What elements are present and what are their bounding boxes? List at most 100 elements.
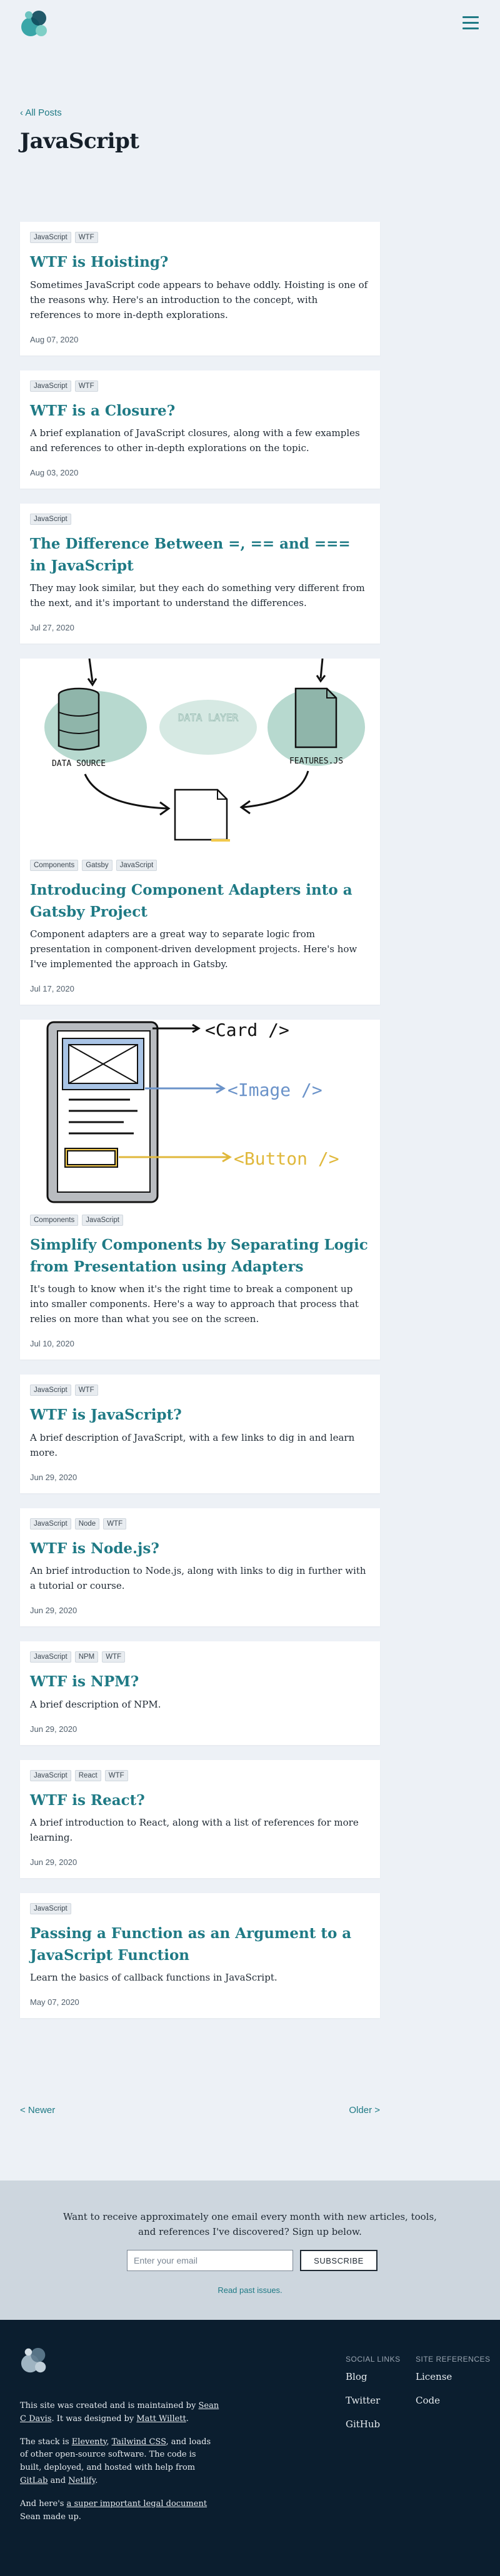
post-title-link[interactable]: Passing a Function as an Argument to a J… [30,1923,370,1966]
site-logo-icon[interactable] [20,7,51,40]
older-link[interactable]: Older > [349,2105,380,2116]
footer-logo-icon[interactable] [20,2345,50,2376]
post-title-link[interactable]: WTF is Hoisting? [30,252,370,274]
post-card[interactable]: JavaScript Passing a Function as an Argum… [20,1893,380,2018]
stack-text: and [48,2475,69,2485]
tag-list: Components JavaScript [30,1215,370,1226]
reference-link-license[interactable]: License [416,2371,491,2382]
gitlab-link[interactable]: GitLab [20,2476,48,2485]
tag-list: JavaScript [30,1903,370,1914]
post-date: Jul 17, 2020 [30,984,74,993]
reference-link-code[interactable]: Code [416,2395,491,2406]
post-date: Jun 29, 2020 [30,1857,78,1867]
tag-badge[interactable]: React [74,1769,101,1781]
post-illustration: <Card /> <Image /> <Button /> [30,1020,370,1207]
social-link-twitter[interactable]: Twitter [346,2395,401,2406]
chevron-left-icon: ‹ [20,107,23,118]
tag-badge[interactable]: NPM [74,1651,99,1663]
post-title-link[interactable]: Simplify Components by Separating Logic … [30,1235,370,1278]
site-references: SITE REFERENCES License Code [416,2355,491,2419]
tag-list: Components Gatsby JavaScript [30,860,370,871]
legal-link[interactable]: a super important legal document [67,2499,207,2509]
newer-link[interactable]: < Newer [20,2105,55,2116]
illustration-label: <Button /> [234,1148,339,1169]
tag-list: JavaScript Node WTF [30,1518,370,1529]
newsletter-section: Want to receive approximately one email … [0,2181,500,2320]
tag-badge[interactable]: JavaScript [30,380,71,392]
post-title-link[interactable]: WTF is JavaScript? [30,1405,370,1426]
newsletter-form: SUBSCRIBE [127,2250,378,2271]
tag-badge[interactable]: WTF [74,232,98,243]
past-issues-link[interactable]: Read past issues. [0,2285,500,2295]
tag-badge[interactable]: JavaScript [30,232,71,243]
eleventy-link[interactable]: Eleventy [72,2437,107,2447]
post-card[interactable]: JavaScript Node WTF WTF is Node.js? An brief… [20,1508,380,1626]
post-title-link[interactable]: WTF is React? [30,1790,370,1812]
tag-badge[interactable]: JavaScript [30,1518,71,1529]
post-illustration: DATA SOURCE DATA LAYER FEATURES.JS [30,659,370,852]
tag-badge[interactable]: JavaScript [82,1215,123,1226]
post-card[interactable]: JavaScript WTF WTF is Hoisting? Sometimes J… [20,222,380,356]
stack-text: The stack is [20,2437,72,2447]
tag-badge[interactable]: Components [30,1215,79,1226]
tag-badge[interactable]: JavaScript [116,860,158,871]
designer-link[interactable]: Matt Willett [136,2414,186,2424]
post-date: Jul 27, 2020 [30,623,74,632]
social-link-github[interactable]: GitHub [346,2419,401,2430]
tag-badge[interactable]: Node [74,1518,100,1529]
tag-badge[interactable]: JavaScript [30,1903,71,1914]
tag-badge[interactable]: WTF [103,1518,127,1529]
stack-text: . [95,2475,98,2485]
post-description: They may look similar, but they each do … [30,582,365,609]
post-card[interactable]: JavaScript WTF WTF is a Closure? A brief ex… [20,370,380,489]
post-card[interactable]: JavaScript WTF WTF is JavaScript? A brief d… [20,1375,380,1493]
post-card[interactable]: JavaScript The Difference Between =, == a… [20,504,380,644]
tag-list: JavaScript WTF [30,232,370,243]
tag-badge[interactable]: JavaScript [30,1769,71,1781]
illustration-label: <Image /> [228,1080,322,1100]
post-card[interactable]: JavaScript React WTF WTF is React? A brief i… [20,1759,380,1878]
tag-badge[interactable]: Gatsby [82,860,112,871]
post-card[interactable]: DATA SOURCE DATA LAYER FEATURES.JS Compo… [20,659,380,1005]
menu-icon[interactable] [462,16,479,30]
subscribe-button[interactable]: SUBSCRIBE [300,2250,378,2271]
tag-badge[interactable]: WTF [102,1651,126,1663]
social-link-blog[interactable]: Blog [346,2371,401,2382]
post-card[interactable]: <Card /> <Image /> <Button /> Components… [20,1020,380,1360]
post-title-link[interactable]: WTF is NPM? [30,1671,370,1693]
social-heading: SOCIAL LINKS [346,2355,401,2364]
post-description: A brief explanation of JavaScript closur… [30,427,360,454]
post-title-link[interactable]: Introducing Component Adapters into a Ga… [30,880,370,923]
post-date: Jun 29, 2020 [30,1724,78,1734]
tag-badge[interactable]: WTF [74,1385,98,1396]
tag-badge[interactable]: WTF [74,380,98,392]
site-header [0,0,500,56]
post-title-link[interactable]: The Difference Between =, == and === in … [30,534,370,577]
post-description: An brief introduction to Node.js, along … [30,1565,366,1591]
illustration-label: DATA SOURCE [52,759,106,768]
tag-badge[interactable]: Components [30,860,79,871]
post-description: Sometimes JavaScript code appears to beh… [30,279,368,321]
post-card[interactable]: JavaScript NPM WTF WTF is NPM? A brief descr… [20,1641,380,1745]
post-date: May 07, 2020 [30,1997,79,2007]
email-input[interactable] [127,2250,293,2271]
tag-badge[interactable]: JavaScript [30,514,71,525]
tag-list: JavaScript React WTF [30,1769,370,1781]
tag-list: JavaScript WTF [30,1385,370,1396]
post-description: A brief description of JavaScript, with … [30,1431,355,1458]
tag-badge[interactable]: WTF [104,1769,128,1781]
illustration-label: FEATURES.JS [289,757,343,766]
post-date: Jun 29, 2020 [30,1606,78,1615]
tag-badge[interactable]: JavaScript [30,1651,71,1663]
tag-list: JavaScript NPM WTF [30,1651,370,1663]
tailwind-link[interactable]: Tailwind CSS [112,2437,166,2447]
credits-text: . [186,2414,189,2424]
tag-list: JavaScript [30,514,370,525]
post-description: Learn the basics of callback functions i… [30,1972,278,1983]
all-posts-link[interactable]: ‹ All Posts [20,107,62,118]
post-title-link[interactable]: WTF is Node.js? [30,1538,370,1560]
tag-badge[interactable]: JavaScript [30,1385,71,1396]
post-title-link[interactable]: WTF is a Closure? [30,400,370,422]
newsletter-text: Want to receive approximately one email … [63,2211,437,2237]
netlify-link[interactable]: Netlify [68,2476,95,2485]
